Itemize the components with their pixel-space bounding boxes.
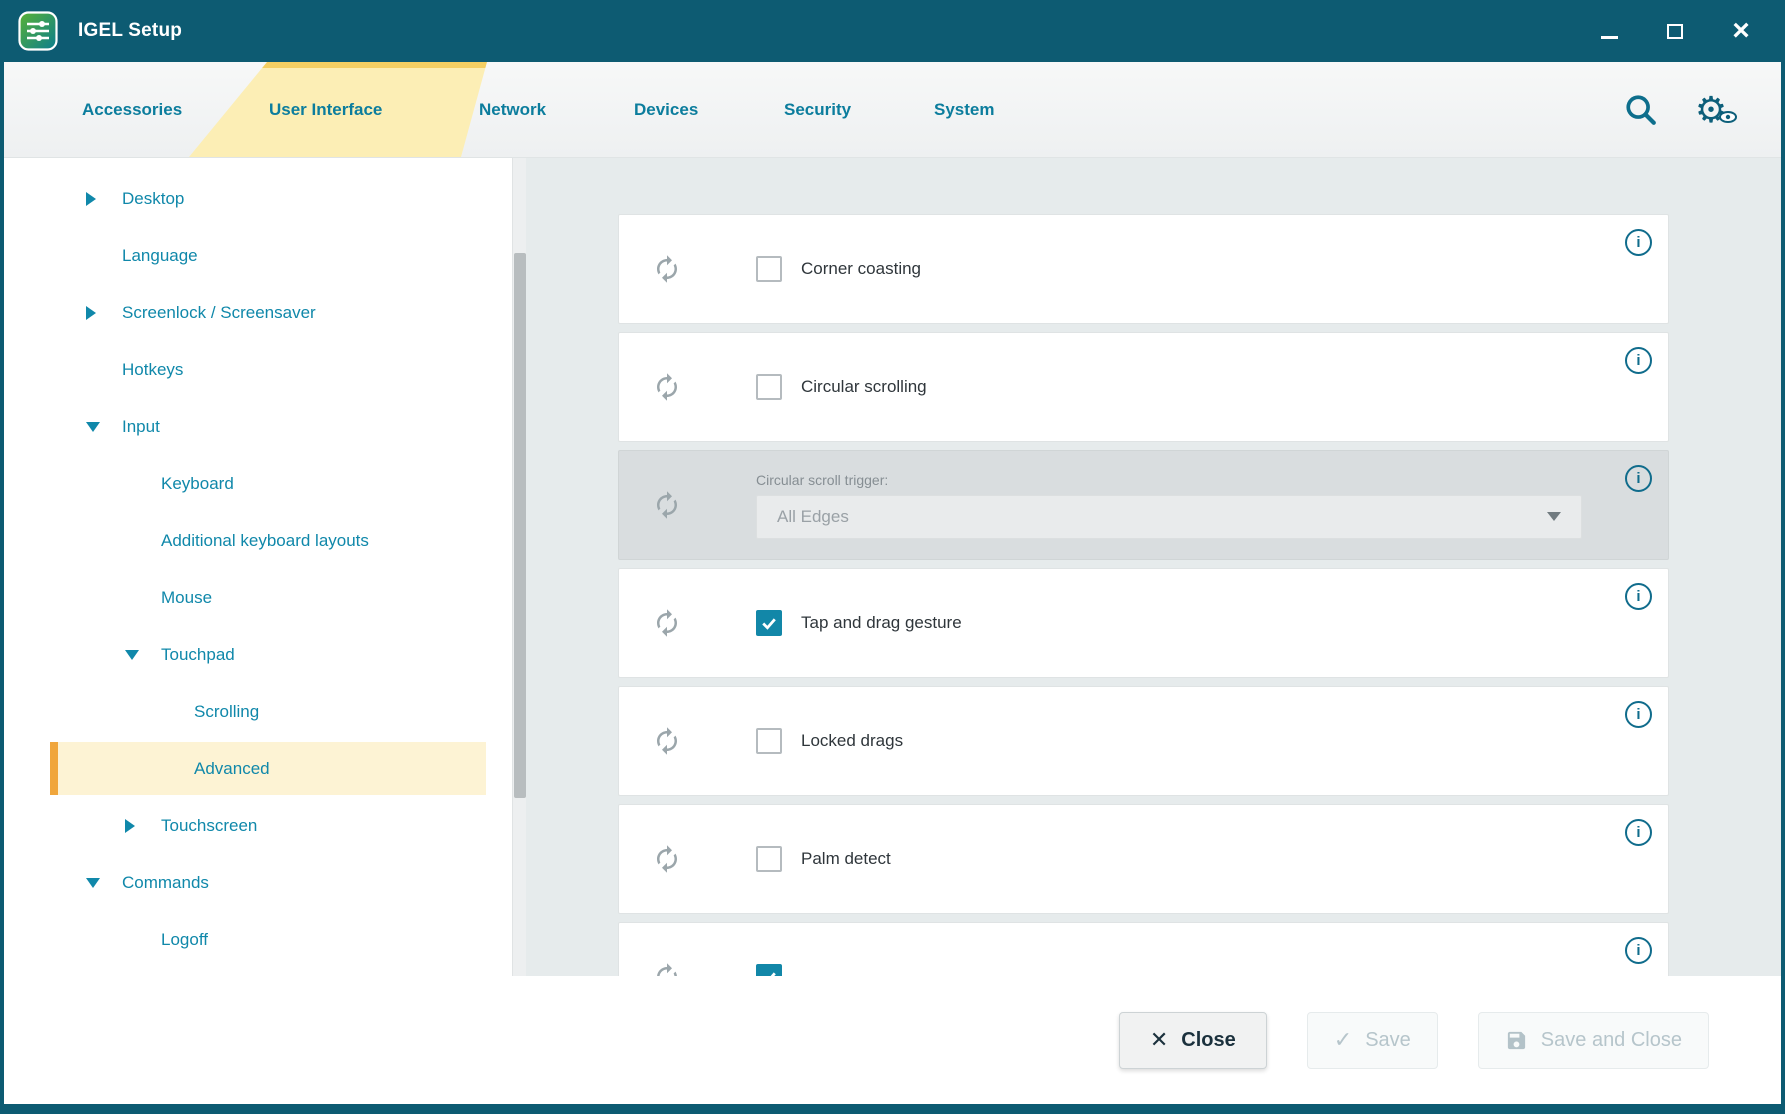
minimize-button[interactable] — [1591, 13, 1627, 49]
setting-row-circular-scroll-trigger: Circular scroll trigger: All Edges i — [618, 450, 1669, 560]
tab-user-interface[interactable]: User Interface — [269, 100, 382, 120]
scrollbar-thumb[interactable] — [514, 253, 526, 798]
circular-scrolling-checkbox[interactable]: Circular scrolling — [756, 374, 927, 400]
locked-drags-checkbox[interactable]: Locked drags — [756, 728, 903, 754]
tab-security[interactable]: Security — [784, 100, 851, 120]
info-icon[interactable]: i — [1625, 583, 1652, 610]
chevron-right-icon[interactable] — [125, 819, 149, 833]
circular-scroll-trigger-label: Circular scroll trigger: — [756, 472, 1582, 488]
sidebar-item-display-settings[interactable]: Display settings — [4, 158, 512, 170]
search-icon[interactable] — [1621, 90, 1661, 130]
minimize-icon — [1601, 36, 1618, 39]
info-icon[interactable]: i — [1625, 465, 1652, 492]
titlebar: IGEL Setup × — [4, 0, 1781, 62]
igel-setup-window: IGEL Setup × Accessories User Interface … — [0, 0, 1785, 1114]
window-title: IGEL Setup — [78, 20, 182, 42]
reset-parameter-icon[interactable] — [619, 844, 715, 874]
sidebar-scrollbar[interactable] — [512, 158, 526, 976]
sidebar-item-language[interactable]: Language — [4, 227, 512, 284]
partial-setting-checkbox[interactable] — [756, 964, 801, 976]
igel-logo-icon — [18, 11, 58, 51]
tap-and-drag-gesture-checkbox[interactable]: Tap and drag gesture — [756, 610, 962, 636]
maximize-button[interactable] — [1657, 13, 1693, 49]
checkbox-box — [756, 846, 782, 872]
footer-bar: ✕ Close ✓ Save Save and Close — [4, 976, 1781, 1104]
sidebar-item-additional-keyboard-layouts[interactable]: Additional keyboard layouts — [4, 512, 512, 569]
sidebar-item-commands[interactable]: Commands — [4, 854, 512, 911]
reset-parameter-icon[interactable] — [619, 254, 715, 284]
chevron-right-icon[interactable] — [86, 306, 110, 320]
chevron-right-icon[interactable] — [86, 192, 110, 206]
setting-row-corner-coasting: Corner coasting i — [618, 214, 1669, 324]
save-floppy-icon — [1505, 1029, 1528, 1052]
check-icon: ✓ — [1334, 1029, 1352, 1051]
checkbox-box — [756, 964, 782, 976]
reset-parameter-icon[interactable] — [619, 608, 715, 638]
setting-row-palm-detect: Palm detect i — [618, 804, 1669, 914]
info-icon[interactable]: i — [1625, 819, 1652, 846]
sidebar-item-logoff[interactable]: Logoff — [4, 911, 512, 968]
window-bottom-border — [4, 1104, 1781, 1114]
sidebar-item-touchpad[interactable]: Touchpad — [4, 626, 512, 683]
close-x-icon: ✕ — [1150, 1029, 1168, 1051]
reset-parameter-icon[interactable] — [619, 372, 715, 402]
save-button: ✓ Save — [1307, 1012, 1438, 1069]
checkbox-box — [756, 610, 782, 636]
tab-bar: Accessories User Interface Network Devic… — [4, 62, 1781, 158]
palm-detect-checkbox[interactable]: Palm detect — [756, 846, 891, 872]
select-value: All Edges — [777, 507, 849, 527]
corner-coasting-checkbox[interactable]: Corner coasting — [756, 256, 921, 282]
dropdown-arrow-icon — [1547, 512, 1561, 521]
tab-system[interactable]: System — [934, 100, 994, 120]
chevron-down-icon[interactable] — [86, 878, 110, 888]
tab-accessories[interactable]: Accessories — [82, 100, 182, 120]
window-controls: × — [1591, 13, 1781, 49]
checkbox-box — [756, 256, 782, 282]
sidebar-item-keyboard[interactable]: Keyboard — [4, 455, 512, 512]
setting-row-tap-and-drag-gesture: Tap and drag gesture i — [618, 568, 1669, 678]
close-window-button[interactable]: × — [1723, 13, 1759, 49]
info-icon[interactable]: i — [1625, 937, 1652, 964]
save-and-close-button: Save and Close — [1478, 1012, 1709, 1069]
close-icon: × — [1732, 16, 1750, 46]
sidebar-item-screenlock-screensaver[interactable]: Screenlock / Screensaver — [4, 284, 512, 341]
circular-scroll-trigger-select: All Edges — [756, 495, 1582, 539]
sidebar-item-scrolling[interactable]: Scrolling — [4, 683, 512, 740]
sidebar-item-mouse[interactable]: Mouse — [4, 569, 512, 626]
checkbox-box — [756, 374, 782, 400]
tab-network[interactable]: Network — [479, 100, 546, 120]
settings-gear-icon[interactable]: ⚙ — [1691, 90, 1731, 130]
setting-row-circular-scrolling: Circular scrolling i — [618, 332, 1669, 442]
close-button[interactable]: ✕ Close — [1119, 1012, 1267, 1069]
sidebar-item-touchscreen[interactable]: Touchscreen — [4, 797, 512, 854]
eye-icon — [1719, 110, 1737, 128]
reset-parameter-icon — [619, 490, 715, 520]
settings-panel: Corner coasting i Circular scrolling i C… — [526, 158, 1781, 976]
tab-devices[interactable]: Devices — [634, 100, 698, 120]
reset-parameter-icon[interactable] — [619, 962, 715, 976]
setting-row-locked-drags: Locked drags i — [618, 686, 1669, 796]
maximize-icon — [1667, 24, 1683, 39]
info-icon[interactable]: i — [1625, 229, 1652, 256]
chevron-down-icon[interactable] — [125, 650, 149, 660]
reset-parameter-icon[interactable] — [619, 726, 715, 756]
checkbox-box — [756, 728, 782, 754]
info-icon[interactable]: i — [1625, 701, 1652, 728]
sidebar-tree: Display settings Desktop Language Screen… — [4, 158, 512, 976]
sidebar-item-advanced[interactable]: Advanced — [4, 740, 512, 797]
sidebar-item-desktop[interactable]: Desktop — [4, 170, 512, 227]
setting-row-partial: i — [618, 922, 1669, 976]
chevron-down-icon[interactable] — [86, 422, 110, 432]
sidebar-item-input[interactable]: Input — [4, 398, 512, 455]
sidebar-item-hotkeys[interactable]: Hotkeys — [4, 341, 512, 398]
info-icon[interactable]: i — [1625, 347, 1652, 374]
